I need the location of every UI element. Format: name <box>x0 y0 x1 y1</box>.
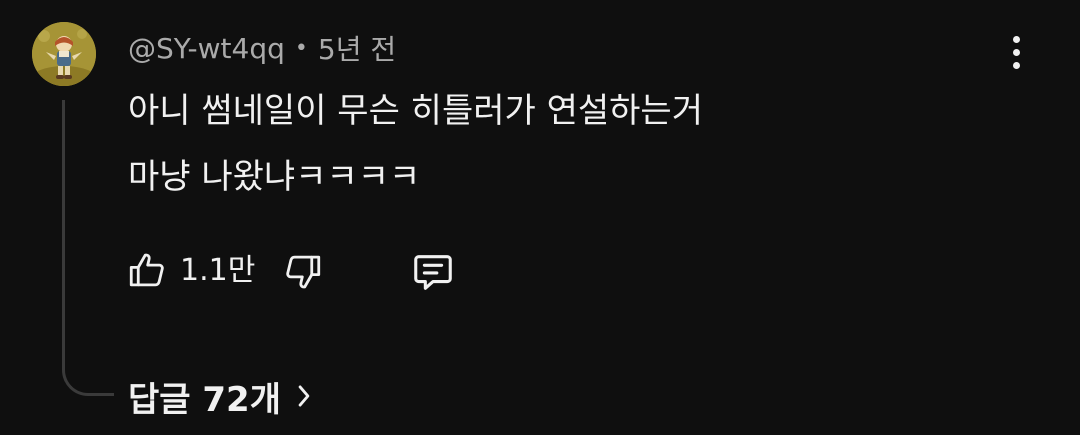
chevron-right-icon <box>298 385 310 407</box>
reply-button[interactable] <box>410 249 456 295</box>
like-button[interactable] <box>126 248 168 292</box>
comment-icon <box>414 255 452 290</box>
comment-text-line-2: 마냥 나왔냐ㅋㅋㅋㅋ <box>128 157 421 197</box>
thread-connector-line <box>62 100 114 396</box>
comment-header: @SY-wt4qq • 5년 전 <box>128 28 396 68</box>
like-count: 1.1만 <box>180 253 256 288</box>
more-dot <box>1012 35 1020 43</box>
view-replies-button[interactable]: 답글 72개 <box>128 372 313 420</box>
replies-count-label: 답글 72개 <box>128 379 281 420</box>
header-separator: • <box>294 35 308 61</box>
comment-timestamp[interactable]: 5년 전 <box>318 28 396 68</box>
comment-text-line-1: 아니 썸네일이 무슨 히틀러가 연설하는거 <box>128 91 703 131</box>
more-dot <box>1012 48 1020 56</box>
thumb-up-icon <box>129 253 164 287</box>
author-name[interactable]: @SY-wt4qq <box>128 32 285 65</box>
avatar-image <box>32 22 96 86</box>
more-vert-icon[interactable] <box>996 28 1036 76</box>
avatar[interactable] <box>32 22 96 86</box>
more-dot <box>1012 61 1020 69</box>
dislike-button[interactable] <box>282 250 324 294</box>
thumb-down-icon <box>286 255 321 289</box>
